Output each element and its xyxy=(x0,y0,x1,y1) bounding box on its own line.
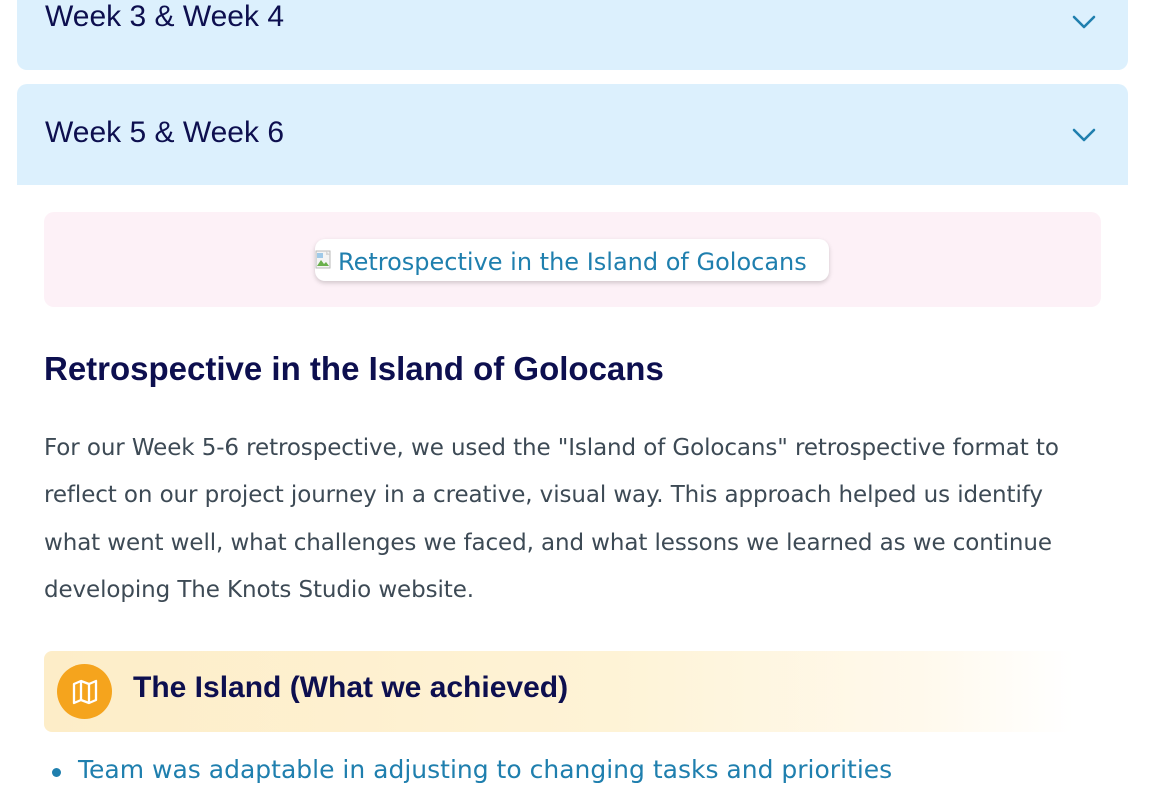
accordion-title: Week 3 & Week 4 xyxy=(45,0,285,33)
accordion-week-5-6[interactable]: Week 5 & Week 6 xyxy=(17,84,1128,185)
section-heading: Retrospective in the Island of Golocans xyxy=(44,350,664,387)
map-icon xyxy=(72,679,97,704)
accordion-panel: Retrospective in the Island of Golocans … xyxy=(17,185,1128,801)
broken-image-icon xyxy=(315,250,331,269)
retrospective-image: Retrospective in the Island of Golocans xyxy=(315,239,829,281)
accordion-title: Week 5 & Week 6 xyxy=(45,116,285,149)
image-alt-text: Retrospective in the Island of Golocans xyxy=(338,248,807,276)
achievements-list: Team was adaptable in adjusting to chang… xyxy=(52,755,892,784)
list-item: Team was adaptable in adjusting to chang… xyxy=(52,755,892,784)
chevron-down-icon[interactable] xyxy=(1070,8,1098,36)
bullet xyxy=(52,768,61,777)
intro-paragraph: For our Week 5-6 retrospective, we used … xyxy=(44,435,1059,603)
accordion-week-3-4[interactable]: Week 3 & Week 4 xyxy=(17,0,1128,70)
list-item-text: Team was adaptable in adjusting to chang… xyxy=(78,755,893,784)
image-container: Retrospective in the Island of Golocans xyxy=(44,212,1101,307)
page: Week 3 & Week 4 Week 5 & Week 6 Retrospe… xyxy=(0,0,1156,801)
chevron-down-icon[interactable] xyxy=(1070,121,1098,149)
island-section-header: The Island (What we achieved) xyxy=(44,651,1074,732)
section-title: The Island (What we achieved) xyxy=(133,671,569,704)
map-icon-badge xyxy=(57,664,112,719)
